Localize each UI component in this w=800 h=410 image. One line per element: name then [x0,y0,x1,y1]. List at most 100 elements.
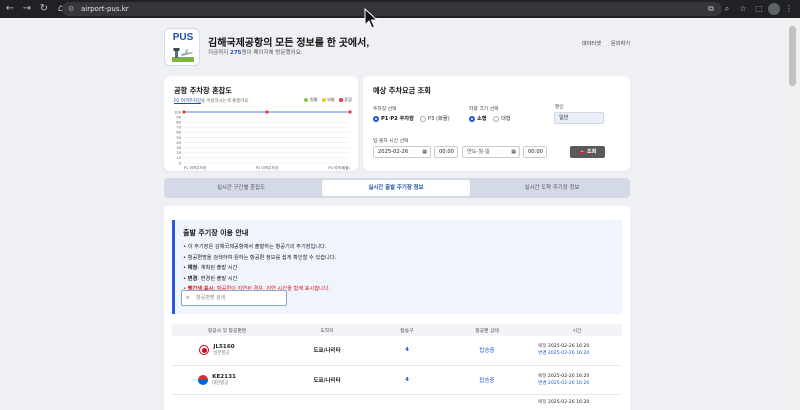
back-icon[interactable]: ← [3,2,17,16]
col-gate: 탑승구 [372,324,442,336]
col-status: 항공편 상태 [442,324,532,336]
x-tick-label: P3 여객(화물) [328,165,350,170]
fee-query-button[interactable]: 🚗 조회 [570,146,605,158]
entry-time-input[interactable]: 00:00 [434,146,458,158]
browser-toolbar: ← → ↻ ⌂ ⚙ airport-pus.kr ⧉ ⌕ ☆ ⬚ ⋮ [0,0,800,18]
tab-arrival-stands[interactable]: 실시간 도착 주기장 정보 [476,180,628,196]
notice-item: • 항공편명을 검색하여 원하는 항공편 정보를 쉽게 확인할 수 있습니다. [183,254,337,261]
time-cell: 예정 2025-02-26 16:20 변경 2025-02-26 16:20 [532,365,622,395]
exit-time-input[interactable]: 00:00 [523,146,547,158]
table-row[interactable]: JL5160 일본항공 도쿄/나리타 4 탑승중 예정 2025-02-26 16… [172,336,622,366]
airport-illustration-icon [172,48,194,62]
congestion-chart: 1009080706050403020100P1 여객주차장 P2 여객주차장 P3… [174,110,352,170]
star-icon[interactable]: ☆ [736,2,750,16]
notice-title: 출발 주기장 이용 안내 [183,229,249,237]
reload-icon[interactable]: ↻ [37,2,51,16]
y-tick-label: 20 [176,151,181,155]
y-tick-label: 50 [176,136,181,140]
y-tick-label: 40 [176,141,181,145]
site-header: PUS 김해국제공항의 모든 정보를 한 곳에서, 지금까지 275명이 페이지… [164,28,630,74]
menu-icon[interactable]: ⋮ [782,2,796,16]
scrollbar-thumb[interactable] [789,26,796,86]
address-bar[interactable]: ⚙ airport-pus.kr [62,2,722,16]
calendar-icon[interactable]: ▦ [422,147,427,157]
data-point[interactable] [182,110,186,114]
entry-date-input[interactable]: 2025-02-26 ▦ [373,146,431,158]
exit-date-input[interactable]: 연도-월-일 ▦ [462,146,520,158]
col-airline: 항공사 및 항공편명 [172,324,282,336]
notice-item: • 이 주기장은 김해국제공항에서 출발하는 항공기의 주기장입니다. [183,244,327,250]
y-tick-label: 0 [179,161,182,165]
table-row[interactable]: 예정 2025-02-26 16:20 [172,394,622,410]
parking-congestion-card: 공항 주차장 혼잡도 P2 여객주차장을 이용하시는게 좋겠어요. 원활 보통 … [164,76,358,171]
car-icon: 🚗 [578,149,587,155]
radio-selected-icon [469,115,475,122]
destination-cell: 도쿄/나리타 [282,365,372,395]
zoom-icon[interactable]: ⌕ [720,2,734,16]
discount-select[interactable]: 일반 [554,112,604,124]
fee-title: 예상 주차요금 조회 [373,86,431,95]
table-row[interactable]: KE2131 대한항공 도쿄/나리타 4 탑승중 예정 2025-02-26 16… [172,365,622,395]
radio-icon [420,115,426,122]
site-info-icon[interactable]: ⚙ [68,5,76,13]
gate-cell: 4 [372,336,442,366]
y-tick-label: 60 [176,131,181,135]
mouse-cursor-icon [364,8,378,29]
airline-name: 대한항공 [212,380,229,386]
status-cell: 탑승중 [442,365,532,395]
status-cell: 탑승중 [442,336,532,366]
radio-icon [493,115,499,122]
time-select-label: 입·출차 시간 선택 [373,139,409,144]
site-logo[interactable]: PUS [164,28,200,66]
time-cell: 예정 2025-02-26 16:20 [532,394,622,410]
lot-option-p1p2[interactable]: P1·P2 주차장 [373,115,414,122]
flight-number: KE2131 [212,373,236,380]
data-point[interactable] [265,110,269,114]
discount-label: 할인 [555,105,564,110]
y-tick-label: 80 [176,121,181,125]
korean-air-logo-icon [198,374,209,385]
y-tick-label: 30 [176,146,181,150]
url-text: airport-pus.kr [81,5,129,13]
logo-text: PUS [172,32,194,43]
radio-selected-icon [373,115,379,122]
col-time: 시간 [532,324,622,336]
airline-name: 일본항공 [213,351,230,357]
x-tick-label: P2 여객주차장 [256,165,279,170]
usage-notice: 출발 주기장 이용 안내 • 이 주기장은 김해국제공항에서 출발하는 항공기의… [172,220,622,314]
data-point[interactable] [348,110,352,114]
open-in-app-icon[interactable]: ⧉ [704,2,718,16]
time-cell: 예정 2025-02-26 16:20 변경 2025-02-26 16:20 [532,336,622,366]
notice-item: • 변경: 변경된 출발 시간 [183,275,238,282]
col-destination: 도착지 [282,324,372,336]
destination-cell: 도쿄/나리타 [282,336,372,366]
table-header-row: 항공사 및 항공편명 도착지 탑승구 항공편 상태 시간 [172,324,622,336]
size-option-large[interactable]: 대형 [493,115,511,122]
notice-list: • 이 주기장은 김해국제공항에서 출발하는 항공기의 주기장입니다. • 항공… [183,242,336,295]
contact-link[interactable]: 문의하기 [611,40,630,47]
page-scrollbar[interactable] [785,18,800,410]
notice-item: • 예정: 계획된 출발 시간 [183,265,238,271]
tab-section-congestion[interactable]: 실시간 구간별 혼잡도 [166,180,316,196]
page-viewport: PUS 김해국제공항의 모든 정보를 한 곳에서, 지금까지 275명이 페이지… [0,18,785,410]
dataset-link[interactable]: 데이터셋 [582,40,601,47]
gate-cell: 4 [372,365,442,395]
departure-stand-panel: 출발 주기장 이용 안내 • 이 주기장은 김해국제공항에서 출발하는 항공기의… [164,206,630,410]
size-option-small[interactable]: 소형 [469,115,487,122]
size-select-label: 차량 크기 선택 [469,107,499,112]
forward-icon[interactable]: → [20,2,34,16]
info-tabs: 실시간 구간별 혼잡도 실시간 출발 주기장 정보 실시간 도착 주기장 정보 [164,178,630,198]
search-icon: ⌕ [186,294,190,301]
lot-select-label: 주차장 선택 [373,107,397,112]
lot-option-p3[interactable]: P3 (화물) [420,115,450,122]
japan-airlines-logo-icon [199,345,210,356]
flight-search-input[interactable]: ⌕ 항공편명 검색 [181,290,287,306]
x-tick-label: P1 여객주차장 [184,165,207,170]
tab-departure-stands[interactable]: 실시간 출발 주기장 정보 [322,180,470,196]
parking-fee-card: 예상 주차요금 조회 주차장 선택 P1·P2 주차장 P3 (화물) 차량 크… [363,76,630,171]
calendar-icon[interactable]: ▦ [511,147,516,157]
extensions-icon[interactable]: ⬚ [752,2,766,16]
profile-icon[interactable] [768,3,780,15]
y-tick-label: 100 [174,110,182,114]
visit-counter: 지금까지 275명이 페이지에 방문했어요. [208,50,303,56]
